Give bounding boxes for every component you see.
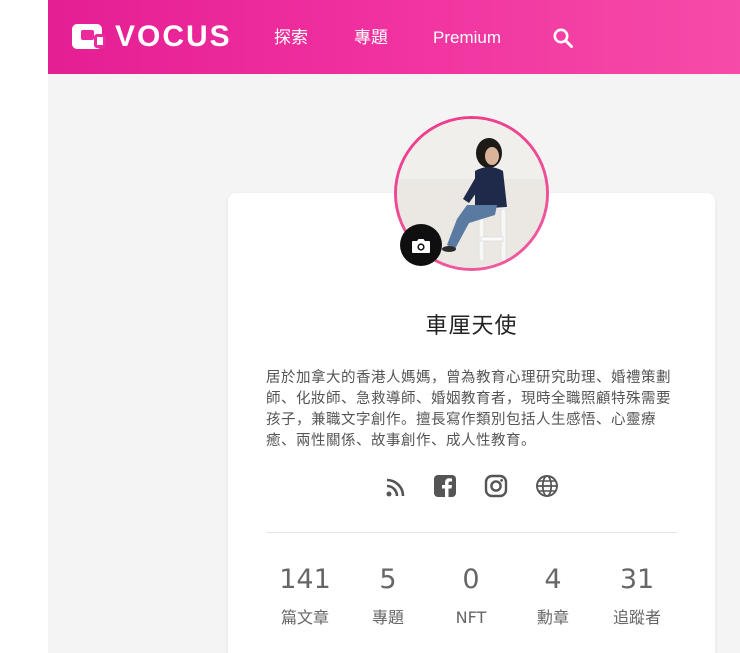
- stat-value: 141: [279, 564, 331, 595]
- logo-text: VOCUS: [115, 20, 232, 53]
- globe-icon[interactable]: [535, 474, 561, 500]
- profile-name: 車厘天使: [425, 314, 518, 339]
- top-navigation-bar: VOCUS 探索 專題 Premium: [48, 0, 740, 74]
- nav-explore[interactable]: 探索: [274, 28, 308, 48]
- camera-icon[interactable]: [400, 224, 442, 266]
- nav-topics[interactable]: 專題: [354, 28, 388, 48]
- stat-label: 勳章: [536, 608, 569, 627]
- rss-icon[interactable]: [383, 474, 409, 500]
- search-icon[interactable]: [552, 27, 574, 49]
- facebook-icon[interactable]: [433, 474, 459, 500]
- page: VOCUS 探索 專題 Premium 車厘天使 居於加拿大的香港人媽媽，曾為教…: [0, 0, 740, 653]
- stat-value: 5: [379, 564, 397, 595]
- stat-label: 篇文章: [280, 608, 329, 627]
- stat-value: 31: [619, 564, 655, 595]
- stat-label: 追蹤者: [612, 608, 661, 627]
- vocus-logo[interactable]: VOCUS: [72, 22, 232, 52]
- divider: [266, 532, 677, 533]
- stat-value: 4: [544, 564, 562, 595]
- stat-badges[interactable]: 4 勳章: [508, 563, 598, 628]
- profile-bio: 居於加拿大的香港人媽媽，曾為教育心理研究助理、婚禮策劃師、化妝師、急救導師、婚姻…: [266, 370, 671, 449]
- stat-label: 專題: [371, 608, 404, 627]
- stat-value: 0: [462, 564, 480, 595]
- logo-mark-icon: [72, 22, 106, 52]
- stat-articles[interactable]: 141 篇文章: [260, 563, 350, 628]
- stat-followers[interactable]: 31 追蹤者: [592, 563, 682, 628]
- instagram-icon[interactable]: [484, 474, 510, 500]
- nav-premium[interactable]: Premium: [433, 28, 501, 48]
- stat-topics[interactable]: 5 專題: [343, 563, 433, 628]
- stat-nft[interactable]: 0 NFT: [426, 563, 516, 628]
- stat-label: NFT: [455, 608, 487, 627]
